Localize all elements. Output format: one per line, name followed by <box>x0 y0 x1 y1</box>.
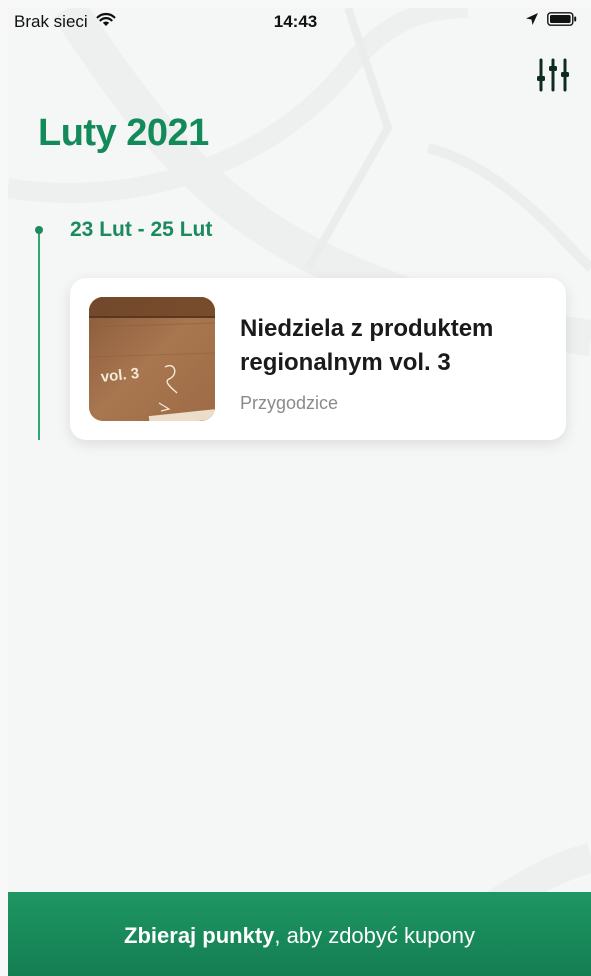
date-range-label: 23 Lut - 25 Lut <box>70 218 213 241</box>
collect-points-bold: Zbieraj punkty <box>124 923 275 948</box>
event-thumbnail: vol. 3 <box>89 297 215 421</box>
app-screen: Brak sieci 14:43 Luty 2021 23 Lut - 25 L… <box>0 0 591 976</box>
status-time: 14:43 <box>273 12 318 31</box>
collect-points-banner[interactable]: Zbieraj punkty, aby zdobyć kupony <box>8 892 591 976</box>
event-card[interactable]: vol. 3 Niedziela z produktem regionalnym… <box>70 278 566 440</box>
page-title: Luty 2021 <box>38 112 209 154</box>
status-right <box>525 12 577 31</box>
status-bar: Brak sieci 14:43 <box>0 0 591 44</box>
filter-button[interactable] <box>534 56 574 96</box>
event-title: Niedziela z produktem regionalnym vol. 3 <box>240 315 494 376</box>
collect-points-text: Zbieraj punkty, aby zdobyć kupony <box>8 923 591 949</box>
timeline-line <box>38 232 40 440</box>
sliders-icon <box>534 58 574 100</box>
event-location: Przygodzice <box>240 393 339 413</box>
battery-icon <box>547 12 577 31</box>
location-arrow-icon <box>525 12 539 31</box>
collect-points-rest: , aby zdobyć kupony <box>274 923 475 948</box>
timeline-dot <box>35 226 43 234</box>
